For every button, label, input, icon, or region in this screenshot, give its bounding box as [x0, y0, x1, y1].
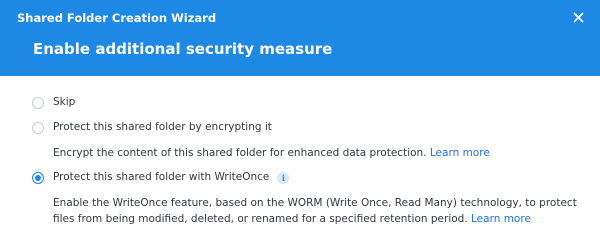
window-title: Shared Folder Creation Wizard	[17, 11, 217, 25]
close-button[interactable]	[570, 7, 586, 27]
option-encrypt-description-text: Encrypt the content of this shared folde…	[53, 147, 427, 159]
option-encrypt-label: Protect this shared folder by encrypting…	[53, 121, 272, 133]
option-skip[interactable]: Skip	[32, 96, 75, 109]
info-icon[interactable]: i	[277, 171, 290, 184]
radio-encrypt[interactable]	[32, 121, 44, 134]
radio-skip[interactable]	[32, 96, 44, 109]
option-encrypt-description: Encrypt the content of this shared folde…	[53, 145, 593, 161]
option-writeonce[interactable]: Protect this shared folder with WriteOnc…	[32, 171, 290, 184]
option-skip-label: Skip	[53, 96, 76, 108]
wizard-window: Shared Folder Creation Wizard Enable add…	[0, 0, 600, 248]
radio-writeonce[interactable]	[32, 171, 44, 184]
step-title: Enable additional security measure	[33, 40, 333, 58]
writeonce-learn-more-link[interactable]: Learn more	[471, 213, 531, 225]
option-writeonce-description: Enable the WriteOnce feature, based on t…	[53, 195, 593, 227]
option-encrypt[interactable]: Protect this shared folder by encrypting…	[32, 121, 272, 134]
security-options: Skip Protect this shared folder by encry…	[0, 76, 600, 248]
option-writeonce-label: Protect this shared folder with WriteOnc…	[53, 171, 270, 183]
encrypt-learn-more-link[interactable]: Learn more	[430, 147, 490, 159]
close-icon	[573, 12, 583, 22]
wizard-header: Shared Folder Creation Wizard Enable add…	[0, 0, 600, 76]
